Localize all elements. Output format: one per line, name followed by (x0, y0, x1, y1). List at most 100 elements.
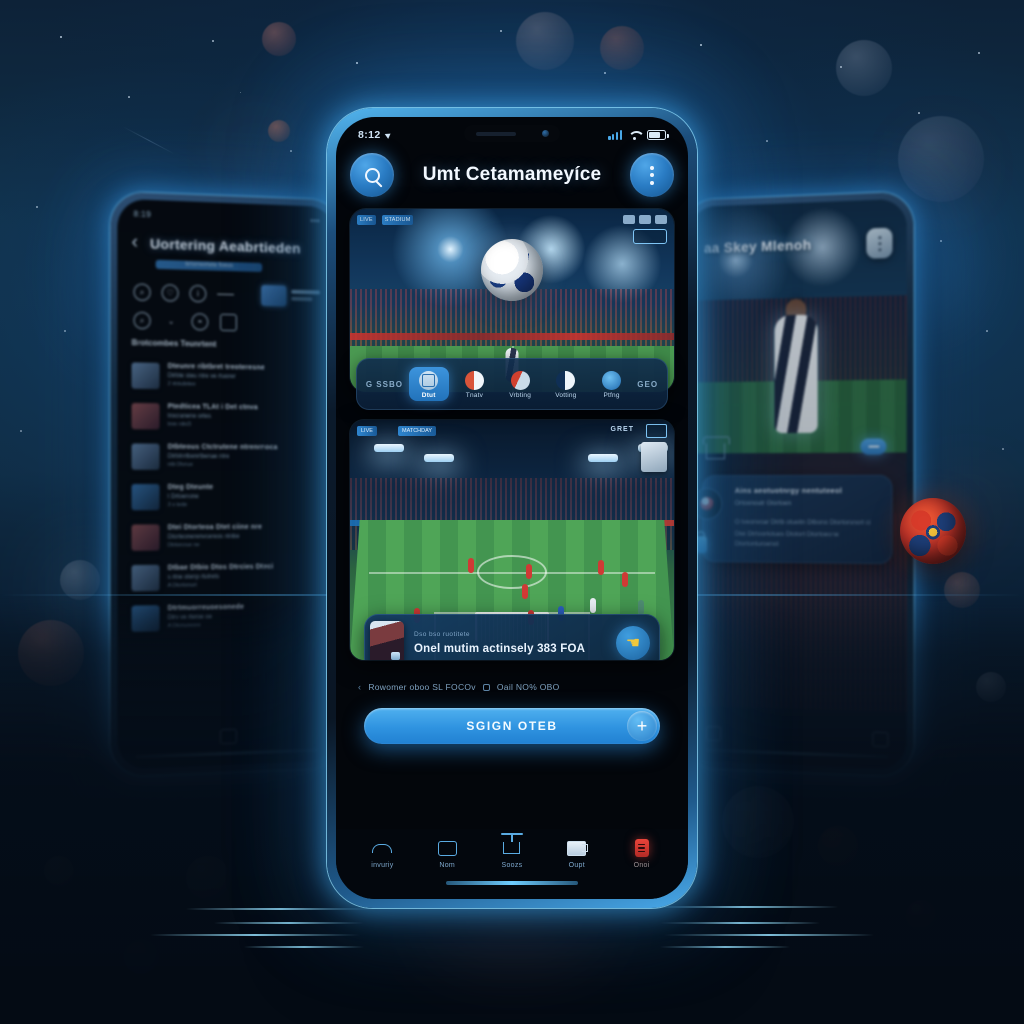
nav-item-news[interactable]: Oupt (548, 839, 606, 869)
cellular-signal-icon (608, 130, 622, 140)
list-item-thumbnail (131, 564, 160, 592)
light-streak-decor (186, 908, 376, 910)
search-button[interactable] (350, 153, 394, 197)
promo-meta-left: Rowomer oboo SL FOCOv (368, 682, 476, 692)
player-marker (622, 572, 628, 587)
filter-label: Votting (555, 392, 577, 399)
promo-card[interactable]: Dso bso ruotitete Onel mutim actinsely 3… (364, 614, 660, 660)
filter-item-0[interactable]: Dtut (408, 367, 449, 401)
list-item-meta: A Dtortonurt (167, 582, 197, 589)
goal-post-icon (501, 833, 524, 854)
mini-card-thumbnail (261, 284, 287, 307)
nav-item-home[interactable]: invuriy (353, 839, 411, 869)
card-icon[interactable] (220, 313, 237, 332)
battery-icon (647, 130, 669, 140)
overflow-menu-button[interactable] (630, 153, 674, 197)
player-marker (526, 564, 532, 579)
filter-label: Tnatv (465, 392, 484, 399)
filter-item-1[interactable]: Tnatv (454, 367, 494, 401)
list-item-subtitle: Dtrbte steu ntre ve rtuorer (167, 373, 236, 381)
chevron-left-icon[interactable]: ‹ (132, 232, 138, 253)
list-item[interactable]: Dtei Dtorteoa Dtet ciine nre Dtorteonere… (127, 517, 325, 558)
page-title: Umt Cetamameyíce (422, 164, 602, 185)
light-streak-decor (244, 946, 364, 948)
card-icon (437, 840, 457, 856)
filter-item-4[interactable]: Ptfng (592, 367, 632, 401)
hero-score-box (633, 229, 667, 244)
nav-item-scores[interactable]: Soozs (483, 833, 541, 869)
search-icon[interactable]: ⌕ (133, 283, 151, 302)
list-item-subtitle: trocranene ortes (167, 413, 211, 420)
nav-item-alerts[interactable]: Onoi (613, 839, 671, 869)
filter-label: Dtut (421, 392, 436, 399)
status-time: 8:12 (358, 129, 381, 141)
hero-indicator (623, 215, 635, 224)
left-page-title: Uortering Aeabrtieden (149, 234, 301, 256)
bokeh-sphere-decor (836, 40, 892, 96)
kebab-menu-icon[interactable] (866, 227, 893, 259)
live-match-card[interactable]: LIVE MATCHDAY GRET Dso bso ruotitete One… (350, 420, 674, 660)
bookmark-hand-icon[interactable]: ☚ (616, 626, 650, 660)
cta-label: SGIGN OTEB (466, 719, 558, 733)
light-streak-decor (660, 922, 820, 924)
player-marker (468, 558, 474, 573)
half-red-circle-icon (464, 371, 484, 390)
news-icon (567, 840, 589, 856)
list-item-title: Dteunre ribtbret treoteresne (167, 362, 265, 372)
soccer-ball-icon (481, 239, 543, 301)
list-item-meta: tnre rdn/3 (167, 421, 192, 428)
cta-container: SGIGN OTEB + (336, 692, 688, 744)
list-item-thumbnail (131, 402, 160, 430)
chevron-down-icon[interactable]: ⌄ (163, 312, 180, 330)
promo-meta-row: ‹ Rowomer oboo SL FOCOv Oail NO% OBO (358, 682, 666, 692)
bokeh-sphere-decor (262, 22, 296, 56)
filter-item-2[interactable]: Vrbting (500, 367, 540, 401)
list-item[interactable]: Dtbteous Ctctrutene ntrenrnoca Dtrbtnrtb… (127, 436, 325, 477)
nav-item-cards[interactable]: Nom (418, 839, 476, 869)
player-figure (774, 314, 818, 434)
player-marker (590, 598, 596, 613)
plus-icon[interactable]: + (627, 711, 657, 741)
left-mini-card[interactable] (261, 284, 321, 307)
separator-icon (482, 683, 490, 691)
list-item-thumbnail (131, 524, 160, 551)
player-marker (598, 560, 604, 575)
chevron-left-icon[interactable]: ‹ (358, 682, 361, 692)
nav-label: Onoi (633, 862, 650, 869)
mini-preview-icon[interactable] (646, 424, 667, 438)
half-dark-circle-icon (556, 371, 576, 390)
info-icon[interactable]: i (189, 284, 207, 303)
pill-chip-icon[interactable] (860, 438, 887, 455)
notification-card[interactable]: Ains aeotuotnrgy nentuteeol Ortoonoutr G… (692, 474, 893, 565)
notification-body-line-1: O tveonvoar Dtrtb otueitn Dtbono Dtortor… (734, 518, 871, 527)
content-scroll-area[interactable]: LIVE STADIUM G SSBO Dtut Tnatv Vrbting V… (336, 117, 688, 899)
nav-label: invuriy (371, 862, 394, 869)
list-item[interactable]: Dtbae Dtbio Dtos Dtrcies Dteci s rtne ot… (127, 556, 325, 599)
pitch-center-circle (477, 555, 547, 589)
alert-badge-icon (634, 839, 649, 857)
left-header: ‹ Uortering Aeabrtieden (117, 220, 335, 262)
search-icon[interactable]: ⌕ (133, 311, 151, 330)
hero-badges-left: LIVE STADIUM (357, 215, 414, 225)
nav-label: Nom (439, 862, 456, 869)
list-item[interactable]: Dteg Dteunte t Drtoenone 3 s tede (127, 477, 325, 518)
match-thumbnail[interactable] (641, 442, 667, 472)
filter-strip-right-label: GEO (637, 379, 659, 389)
primary-cta-button[interactable]: SGIGN OTEB + (364, 708, 660, 744)
drop-icon[interactable]: ◓ (191, 313, 209, 331)
promo-meta-right: Oail NO% OBO (496, 682, 560, 692)
promo-title: Onel mutim actinsely 383 FOA (414, 643, 586, 655)
list-icon[interactable] (217, 286, 234, 303)
heart-icon[interactable]: ♡ (161, 284, 179, 302)
list-item[interactable]: Dteunre ribtbret treoteresne Dtrbte steu… (127, 355, 325, 398)
filter-item-3[interactable]: Votting (546, 367, 586, 401)
notification-title: Ains aeotuotnrgy nentuteeol (734, 485, 843, 496)
blue-wave-circle-icon (602, 371, 622, 390)
list-item[interactable]: Ptedticea TLAt i Det ctnva trocranene or… (127, 396, 325, 438)
filter-label: Ptfng (603, 392, 620, 399)
filter-strip-left-label: G SSBO (365, 379, 403, 389)
match-poster-thumbnail (370, 621, 404, 660)
app-header: Umt Cetamameyíce (336, 147, 688, 209)
center-phone-mockup: 8:12 Umt Cetamameyíce LIVE STADIUM G SSB… (327, 108, 697, 908)
wifi-icon (628, 130, 641, 140)
